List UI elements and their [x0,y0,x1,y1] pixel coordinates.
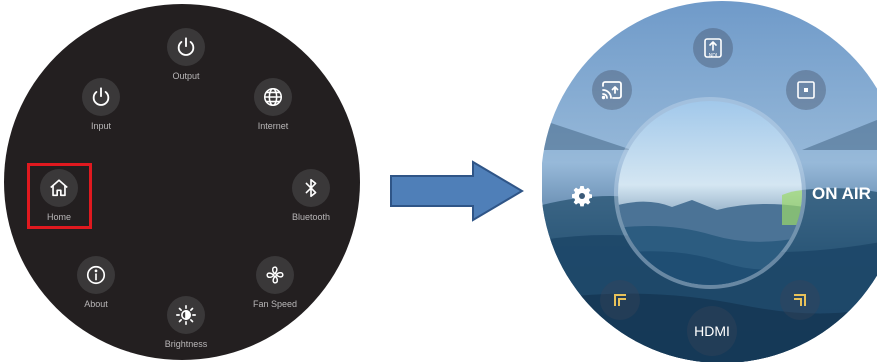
input-button[interactable] [82,78,120,116]
menu-item-internet[interactable]: Internet [228,78,318,148]
record-square-icon [797,81,815,99]
output-button[interactable] [167,28,205,66]
ndi-badge: NDI [708,53,718,59]
right-arrow-icon [390,160,524,222]
fan-speed-button[interactable] [256,256,294,294]
selection-highlight [27,163,92,229]
menu-item-about[interactable]: About [51,256,141,326]
menu-item-label: Internet [257,121,289,131]
corner-top-left-icon [614,294,626,306]
corner-top-right-icon [794,294,806,306]
menu-item-label: Fan Speed [252,299,298,309]
menu-item-label: Output [172,71,200,81]
hdmi-label: HDMI [694,323,730,339]
corner-tr-button[interactable] [780,280,820,320]
fan-icon [266,266,284,284]
about-button[interactable] [77,256,115,294]
brightness-button[interactable] [167,296,205,334]
globe-icon [263,87,283,107]
menu-item-label: Brightness [164,339,208,349]
menu-item-label: About [84,299,108,309]
internet-button[interactable] [254,78,292,116]
menu-item-label: Input [90,121,112,131]
settings-button[interactable] [562,176,602,216]
power-icon [92,87,110,106]
menu-item-brightness[interactable]: Brightness [141,296,231,360]
ndi-output-button[interactable]: NDI [693,28,733,68]
display-dial: NDI ON AIR HDMI [542,0,877,362]
info-icon [86,265,106,285]
corner-tl-button[interactable] [600,280,640,320]
gear-icon [572,186,592,207]
hdmi-button[interactable]: HDMI [687,306,737,356]
power-icon [177,37,195,56]
bluetooth-icon [305,178,317,198]
menu-item-bluetooth[interactable]: Bluetooth [266,169,356,239]
menu-item-label: Bluetooth [291,212,331,222]
cast-icon [601,81,622,100]
menu-item-output[interactable]: Output [141,28,231,98]
menu-item-input[interactable]: Input [56,78,146,148]
bluetooth-button[interactable] [292,169,330,207]
on-air-label[interactable]: ON AIR [812,184,871,204]
menu-item-fan-speed[interactable]: Fan Speed [230,256,320,326]
record-button[interactable] [786,70,826,110]
brightness-icon [176,305,196,325]
cast-button[interactable] [592,70,632,110]
